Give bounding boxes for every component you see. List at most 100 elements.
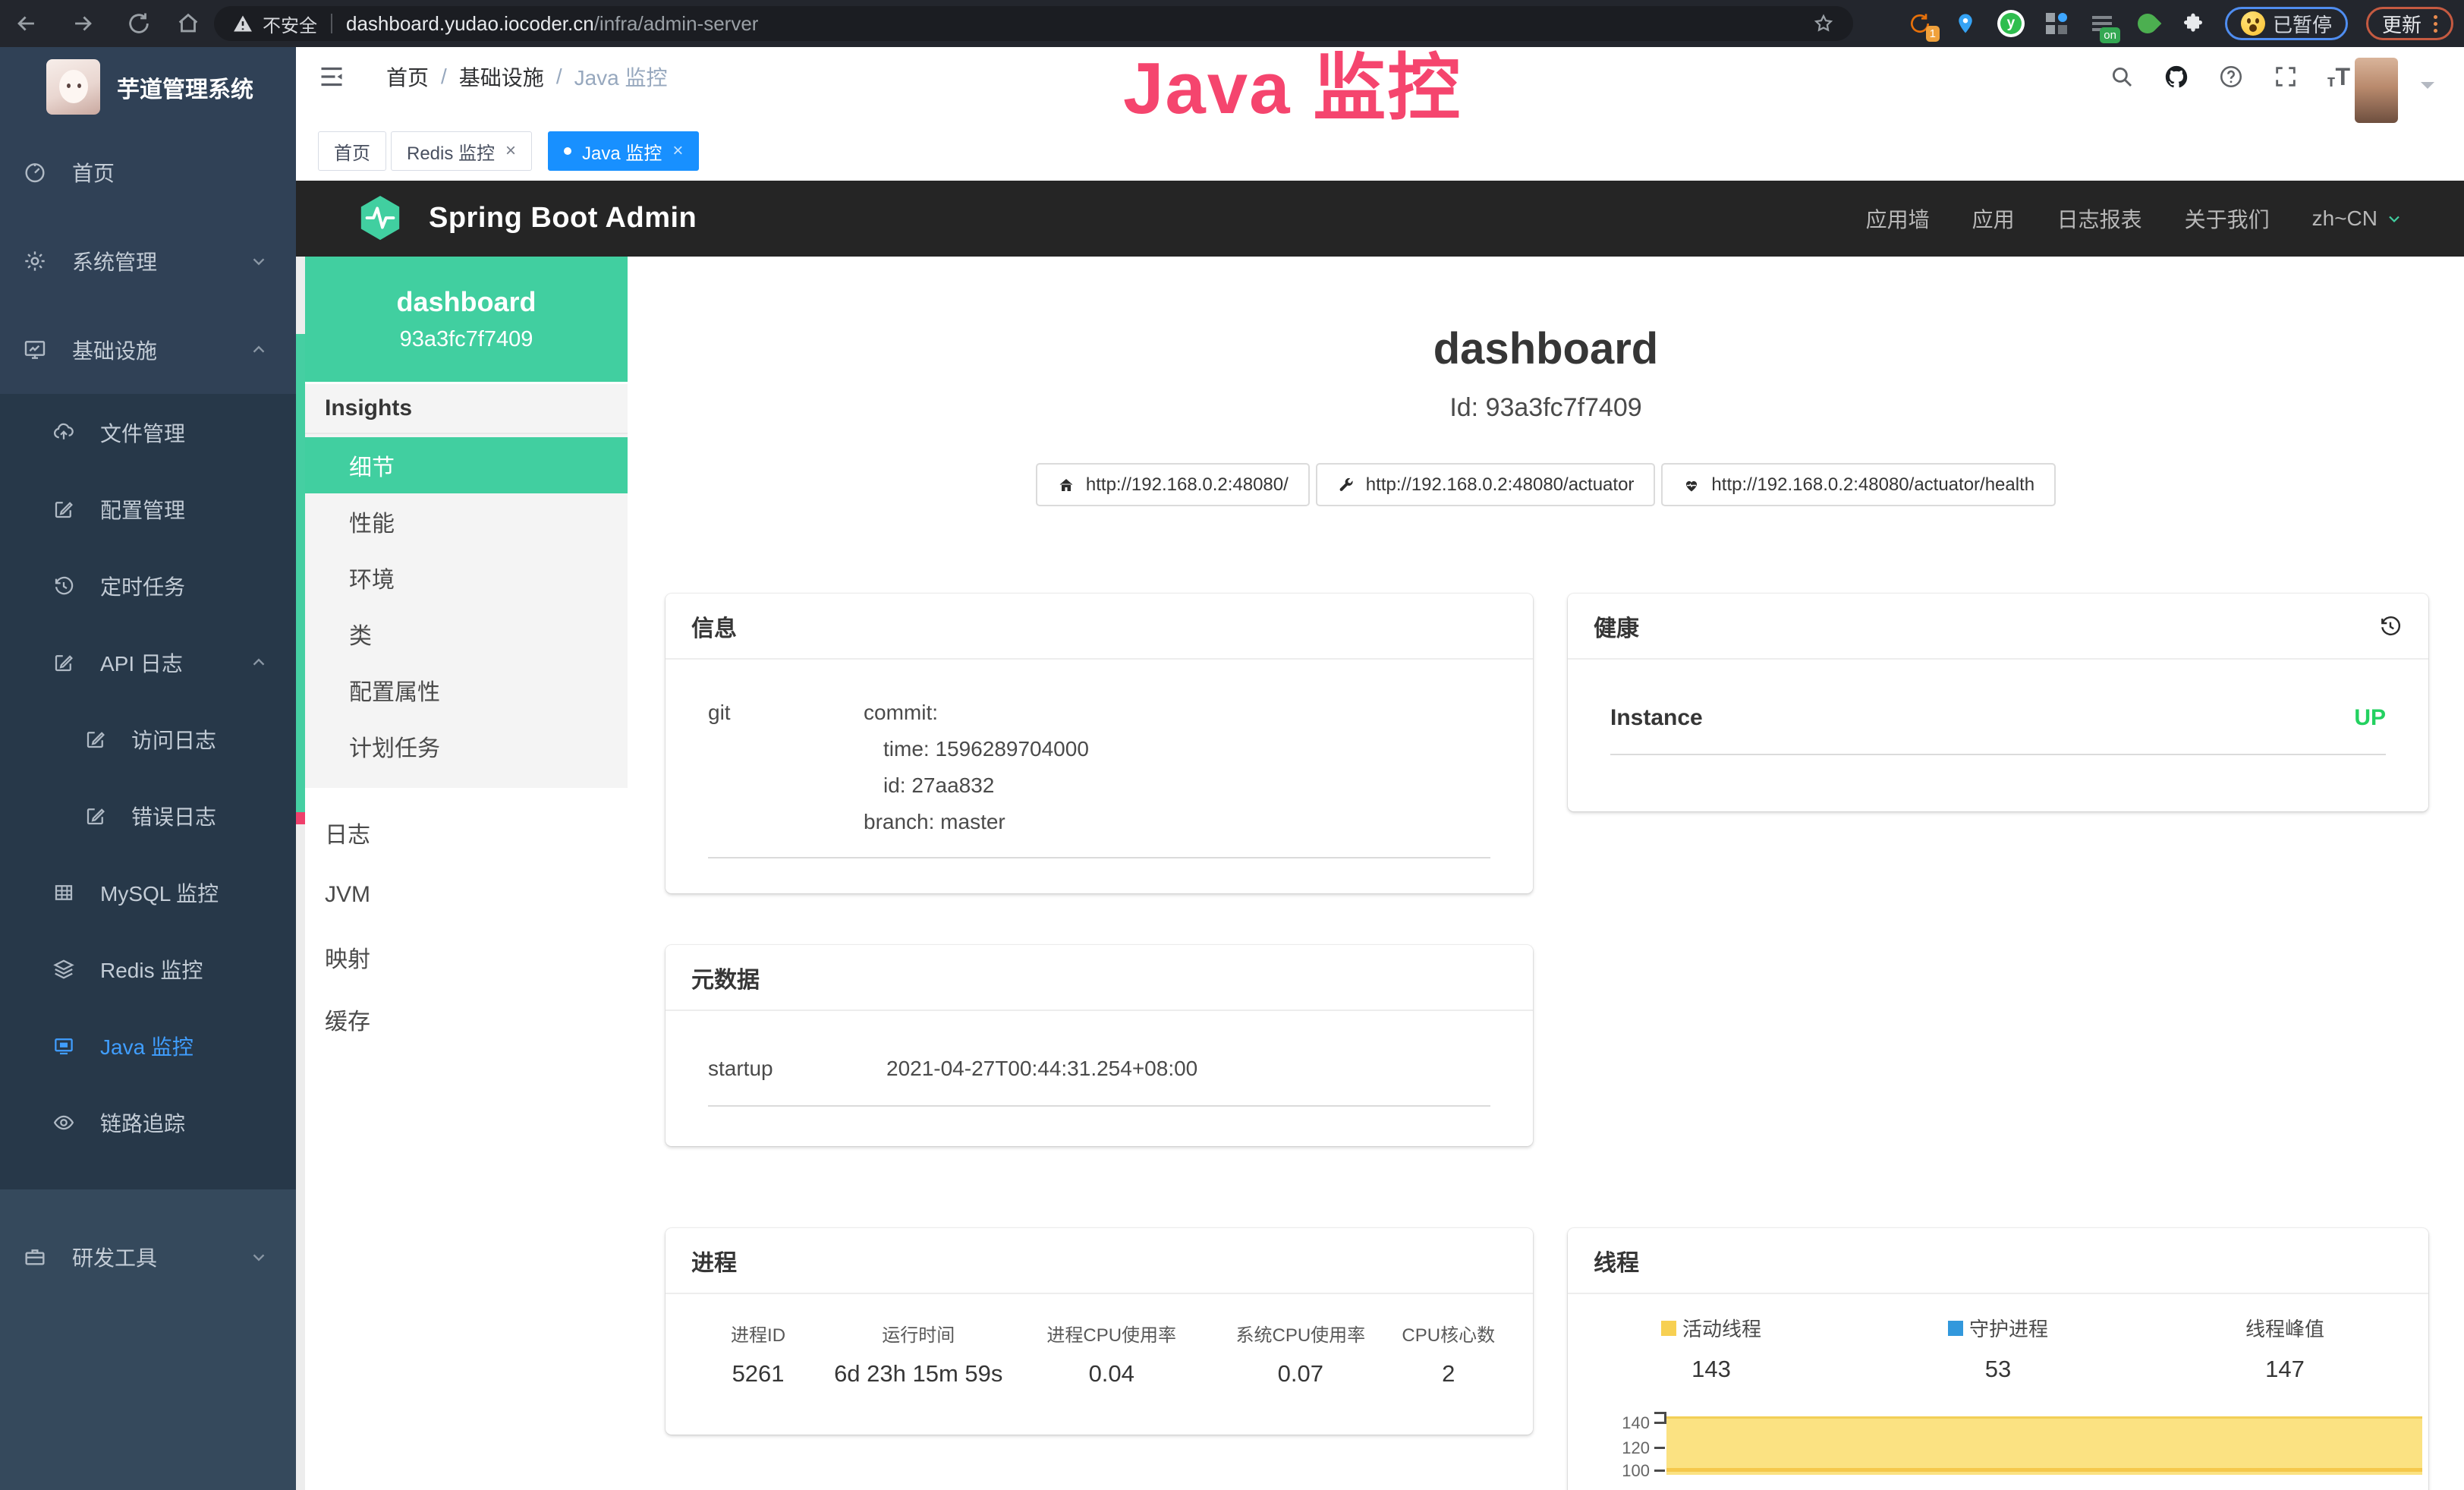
insights-group: Insights 细节 性能 环境 类 配置属性 计划任务	[305, 382, 628, 788]
service-url-button[interactable]: http://192.168.0.2:48080/	[1036, 463, 1310, 506]
extension-on-badge: on	[2100, 27, 2120, 43]
address-bar[interactable]: 不安全 dashboard.yudao.iocoder.cn/infra/adm…	[214, 6, 1853, 41]
hamburger-menu-icon[interactable]	[318, 63, 345, 90]
avatar-caret-down-icon[interactable]	[2421, 82, 2434, 96]
sidebar-item-scheduled-tasks[interactable]: 定时任务	[0, 547, 296, 624]
status-badge: UP	[2354, 705, 2386, 731]
extension-leaf-icon[interactable]	[2134, 10, 2161, 37]
breadcrumb-infrastructure[interactable]: 基础设施	[459, 61, 544, 92]
close-icon[interactable]: ×	[672, 140, 683, 162]
sidebar-item-error-logs[interactable]: 错误日志	[0, 777, 296, 854]
extension-on-icon[interactable]: on	[2088, 10, 2116, 37]
close-icon[interactable]: ×	[505, 140, 516, 162]
font-size-icon[interactable]: тT	[2327, 63, 2350, 91]
edit-icon	[84, 728, 107, 751]
daemon-threads-stat: 守护进程 53	[1855, 1314, 2141, 1383]
live-threads-stat: 活动线程 143	[1568, 1314, 1855, 1383]
sidebar-item-home[interactable]: 首页	[0, 128, 296, 216]
app-logo-block[interactable]: 芋道管理系统	[46, 59, 253, 115]
table-row: startup 2021-04-27T00:44:31.254+08:00	[708, 1026, 1490, 1107]
table-row: git commit: time: 1596289704000 id: 27aa…	[708, 675, 1490, 858]
sidebar-item-java-monitor[interactable]: Java 监控	[0, 1007, 296, 1084]
breadcrumb-separator: /	[556, 65, 562, 89]
sba-menu-caches[interactable]: 缓存	[305, 988, 628, 1051]
sba-menu-scheduled-tasks[interactable]: 计划任务	[305, 718, 628, 774]
search-icon[interactable]	[2109, 64, 2135, 90]
extension-grid-icon[interactable]	[2043, 10, 2070, 37]
fullscreen-icon[interactable]	[2273, 64, 2299, 90]
browser-forward-button[interactable]	[70, 11, 96, 36]
bookmark-star-icon[interactable]	[1812, 12, 1835, 35]
sidebar-item-dev-tools[interactable]: 研发工具	[0, 1215, 296, 1299]
process-card-title: 进程	[666, 1228, 1533, 1294]
threads-chart: 140 120 100	[1606, 1410, 2422, 1490]
user-avatar[interactable]	[2355, 58, 2398, 123]
system-cpu-value: 0.07	[1214, 1360, 1386, 1388]
url-domain: dashboard.yudao.iocoder.cn	[346, 12, 594, 36]
sba-nav-about[interactable]: 关于我们	[2185, 203, 2270, 234]
breadcrumb-home[interactable]: 首页	[386, 61, 429, 92]
edit-icon	[84, 805, 107, 827]
browser-reload-button[interactable]	[126, 11, 152, 36]
y-axis-tick	[1654, 1447, 1665, 1449]
daemon-threads-value: 53	[1855, 1356, 2141, 1383]
peak-threads-value: 147	[2141, 1356, 2428, 1383]
edit-icon	[52, 651, 75, 674]
sba-menu-metrics[interactable]: 性能	[305, 493, 628, 550]
browser-update-menu-button[interactable]: 更新	[2366, 7, 2453, 40]
heart-pulse-icon	[1682, 476, 1701, 494]
sba-menu-jvm[interactable]: JVM	[305, 864, 628, 926]
sidebar-item-access-logs[interactable]: 访问日志	[0, 701, 296, 777]
history-icon[interactable]	[2378, 614, 2403, 638]
sidebar-item-file-management[interactable]: 文件管理	[0, 394, 296, 471]
sba-nav-wallboard[interactable]: 应用墙	[1866, 203, 1930, 234]
sidebar-item-infrastructure[interactable]: 基础设施	[0, 305, 296, 394]
cloud-upload-icon	[52, 421, 75, 444]
sidebar-item-api-logs[interactable]: API 日志	[0, 624, 296, 701]
profile-paused-button[interactable]: 已暂停	[2225, 7, 2348, 40]
extension-y-icon[interactable]: y	[1997, 10, 2025, 37]
health-card: 健康 Instance UP	[1568, 594, 2428, 811]
display-icon	[52, 1035, 75, 1057]
extensions-puzzle-icon[interactable]	[2179, 10, 2207, 37]
browser-home-button[interactable]	[175, 11, 201, 36]
scrollbar-marker	[296, 812, 305, 824]
instance-header[interactable]: dashboard 93a3fc7f7409	[305, 257, 628, 382]
sba-menu-environment[interactable]: 环境	[305, 550, 628, 606]
sidebar-item-mysql-monitor[interactable]: MySQL 监控	[0, 854, 296, 931]
sidebar-item-redis-monitor[interactable]: Redis 监控	[0, 931, 296, 1007]
sba-nav-applications[interactable]: 应用	[1972, 203, 2015, 234]
actuator-url-button[interactable]: http://192.168.0.2:48080/actuator	[1316, 463, 1656, 506]
sba-menu-logs[interactable]: 日志	[305, 802, 628, 864]
scrollbar-thumb[interactable]	[296, 334, 305, 812]
sba-menu-mappings[interactable]: 映射	[305, 926, 628, 988]
github-icon[interactable]	[2163, 64, 2189, 90]
sba-menu-classes[interactable]: 类	[305, 606, 628, 662]
admin-sidebar: 芋道管理系统 首页 系统管理 基础设施 文件管理 配置管理	[0, 47, 296, 1490]
threads-card: 线程 活动线程 143 守护进程 53 线程峰值 147 140 120 100	[1568, 1228, 2428, 1490]
tab-redis-monitor[interactable]: Redis 监控 ×	[391, 131, 532, 171]
sidebar-item-config-management[interactable]: 配置管理	[0, 471, 296, 547]
sba-menu-config-props[interactable]: 配置属性	[305, 662, 628, 718]
security-label[interactable]: 不安全	[263, 11, 317, 37]
sba-nav-journal[interactable]: 日志报表	[2057, 203, 2142, 234]
extension-refresh-icon[interactable]: 1	[1906, 10, 1934, 37]
browser-back-button[interactable]	[14, 11, 39, 36]
page-title: dashboard	[628, 323, 2464, 374]
scrollbar-track[interactable]	[296, 257, 305, 1490]
live-threads-area-series	[1666, 1416, 2422, 1475]
health-url-button[interactable]: http://192.168.0.2:48080/actuator/health	[1661, 463, 2056, 506]
sba-navbar: Spring Boot Admin 应用墙 应用 日志报表 关于我们 zh~CN	[296, 181, 2464, 257]
sba-menu-details[interactable]: 细节	[305, 437, 628, 493]
extension-pin-icon[interactable]	[1952, 10, 1979, 37]
sba-brand[interactable]: Spring Boot Admin	[354, 194, 697, 241]
sidebar-item-system-management[interactable]: 系统管理	[0, 216, 296, 305]
eye-icon	[52, 1111, 75, 1134]
sba-language-select[interactable]: zh~CN	[2312, 206, 2403, 231]
url-path: /infra/admin-server	[594, 12, 759, 36]
tab-home[interactable]: 首页	[318, 131, 386, 171]
help-icon[interactable]	[2218, 64, 2244, 90]
sidebar-item-trace[interactable]: 链路追踪	[0, 1084, 296, 1161]
cpu-cores-value: 2	[1387, 1360, 1510, 1388]
tab-java-monitor[interactable]: Java 监控 ×	[548, 131, 699, 171]
